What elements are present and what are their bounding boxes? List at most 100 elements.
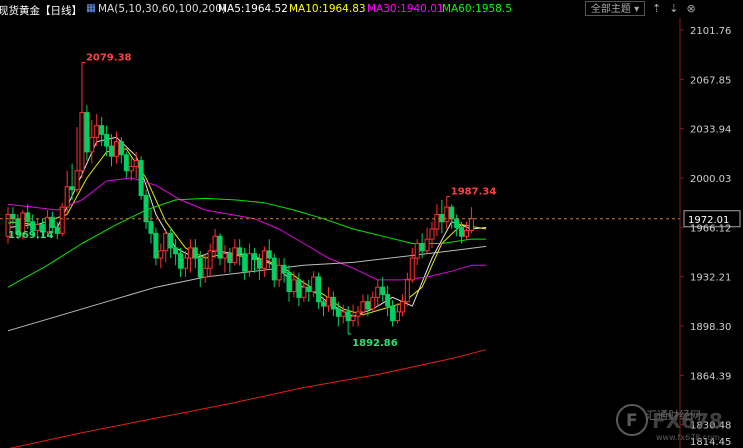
candle-body[interactable] — [350, 315, 356, 322]
candle-body[interactable] — [153, 232, 159, 259]
candle-body[interactable] — [335, 308, 341, 317]
candle-body[interactable] — [99, 125, 105, 135]
candle-body[interactable] — [276, 264, 282, 281]
candle-body[interactable] — [266, 250, 272, 259]
candle-body[interactable] — [84, 112, 90, 153]
candle-body[interactable] — [25, 212, 31, 223]
candle-body[interactable] — [217, 235, 223, 259]
chart-canvas[interactable]: 1972.012079.381969.141892.861987.34 2101… — [0, 0, 743, 448]
y-tick-label: 2067.85 — [690, 75, 731, 86]
candle-body[interactable] — [380, 286, 386, 295]
candle-body[interactable] — [429, 228, 435, 240]
candle-body[interactable] — [261, 250, 267, 269]
candle-body[interactable] — [434, 213, 440, 230]
candle-body[interactable] — [311, 276, 317, 293]
candle-body[interactable] — [281, 264, 287, 274]
candle-body[interactable] — [444, 206, 450, 223]
annotation-label: 1969.14 — [8, 230, 54, 241]
candle-body[interactable] — [256, 259, 262, 269]
candle-body[interactable] — [89, 136, 95, 153]
candle-body[interactable] — [385, 293, 391, 307]
candle-body[interactable] — [69, 186, 75, 191]
candle-body[interactable] — [138, 160, 144, 196]
candle-body[interactable] — [133, 160, 139, 167]
candle-body[interactable] — [242, 253, 248, 272]
candle-body[interactable] — [182, 257, 188, 269]
candle-body[interactable] — [192, 247, 198, 259]
candle-body[interactable] — [296, 279, 302, 298]
candle-body[interactable] — [399, 301, 405, 313]
candle-body[interactable] — [227, 253, 233, 263]
y-tick-label: 1898.30 — [690, 322, 731, 333]
candle-body[interactable] — [94, 125, 100, 138]
candle-body[interactable] — [74, 170, 80, 191]
candle-body[interactable] — [148, 221, 154, 234]
moving-average-lines — [7, 136, 487, 448]
candle-body[interactable] — [424, 238, 430, 252]
candle-body[interactable] — [104, 133, 110, 147]
candle-body[interactable] — [340, 311, 346, 317]
candle-body[interactable] — [168, 232, 174, 249]
candle-body[interactable] — [360, 301, 366, 313]
candle-body[interactable] — [404, 279, 410, 303]
candle-body[interactable] — [394, 311, 400, 322]
candle-body[interactable] — [375, 286, 381, 298]
ma-line-ma10 — [7, 148, 487, 316]
candle-body[interactable] — [325, 296, 331, 307]
candle-body[interactable] — [163, 232, 169, 252]
candle-body[interactable] — [306, 286, 312, 293]
candle-body[interactable] — [10, 213, 16, 220]
candle-body[interactable] — [439, 213, 445, 223]
fx678-logo-letter: F — [626, 411, 638, 431]
candle-body[interactable] — [459, 227, 465, 237]
candle-body[interactable] — [271, 257, 277, 281]
candle-body[interactable] — [143, 194, 149, 223]
candle-body[interactable] — [232, 247, 238, 263]
candle-body[interactable] — [158, 250, 164, 259]
candle-body[interactable] — [222, 253, 228, 259]
candle-body[interactable] — [252, 253, 257, 261]
candle-body[interactable] — [355, 311, 361, 317]
candle-body[interactable] — [345, 311, 351, 322]
candle-body[interactable] — [409, 257, 415, 281]
candle-body[interactable] — [59, 206, 65, 234]
candle-body[interactable] — [202, 267, 208, 278]
candle-body[interactable] — [301, 286, 307, 298]
candle-body[interactable] — [187, 247, 193, 259]
y-tick-label: 1966.12 — [690, 223, 731, 234]
candle-body[interactable] — [212, 235, 218, 252]
candle-body[interactable] — [454, 218, 460, 229]
candle-body[interactable] — [419, 243, 425, 252]
candle-body[interactable] — [321, 301, 327, 307]
y-tick-label: 2000.03 — [690, 174, 731, 185]
candle-body[interactable] — [468, 218, 474, 231]
candle-body[interactable] — [286, 272, 292, 293]
candle-body[interactable] — [128, 165, 134, 172]
candle-body[interactable] — [109, 145, 115, 157]
candle-body[interactable] — [123, 154, 129, 172]
candle-body[interactable] — [113, 141, 119, 157]
candle-body[interactable] — [207, 250, 213, 269]
candle-body[interactable] — [449, 206, 455, 220]
candle-body[interactable] — [370, 296, 376, 310]
candle-body[interactable] — [316, 276, 322, 303]
candle-body[interactable] — [247, 253, 253, 272]
candle-body[interactable] — [390, 305, 396, 322]
candle-body[interactable] — [173, 247, 179, 255]
candle-body[interactable] — [330, 296, 336, 310]
annotation-label: 1892.86 — [352, 338, 398, 349]
candle-body[interactable] — [365, 301, 371, 310]
candle-body[interactable] — [237, 247, 243, 255]
candle-body[interactable] — [197, 257, 203, 278]
candle-body[interactable] — [118, 141, 124, 156]
candle-body[interactable] — [414, 243, 420, 259]
candle-body[interactable] — [178, 253, 184, 269]
candle-body[interactable] — [54, 227, 60, 234]
candle-body[interactable] — [291, 279, 297, 293]
fx678-watermark: F 汇通财经网 FX678 www.fx678.com — [616, 404, 723, 442]
annotation-label: 1987.34 — [451, 186, 497, 197]
y-tick-label: 1864.39 — [690, 371, 731, 382]
candle-body[interactable] — [79, 112, 85, 172]
candle-body[interactable] — [64, 186, 70, 208]
candle-body[interactable] — [463, 229, 469, 237]
